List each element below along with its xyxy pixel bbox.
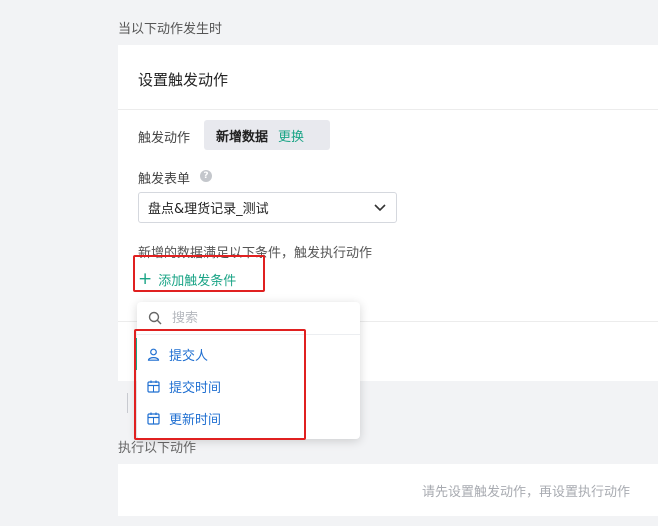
action-card: 请先设置触发动作，再设置执行动作 [118, 464, 658, 516]
help-icon[interactable]: ? [200, 170, 212, 182]
action-placeholder: 请先设置触发动作，再设置执行动作 [421, 485, 630, 500]
form-select[interactable]: 盘点&理货记录_测试 [138, 192, 397, 223]
form-select-value: 盘点&理货记录_测试 [148, 202, 269, 217]
trigger-action-label: 触发动作 [138, 131, 191, 146]
chevron-down-icon [374, 204, 386, 212]
trigger-action-value: 新增数据 [216, 129, 269, 145]
card-title: 设置触发动作 [138, 71, 229, 89]
highlight-box-add-condition [133, 255, 265, 292]
trigger-action-chip: 新增数据 更换 [204, 120, 330, 150]
search-icon [148, 311, 162, 325]
when-section-label: 当以下动作发生时 [118, 22, 223, 37]
divider [118, 109, 658, 110]
highlight-box-dropdown-items [134, 329, 306, 440]
flow-connector [127, 393, 128, 413]
search-input[interactable] [170, 309, 334, 327]
change-trigger-link[interactable]: 更换 [278, 126, 304, 145]
trigger-form-label: 触发表单 [138, 172, 191, 187]
